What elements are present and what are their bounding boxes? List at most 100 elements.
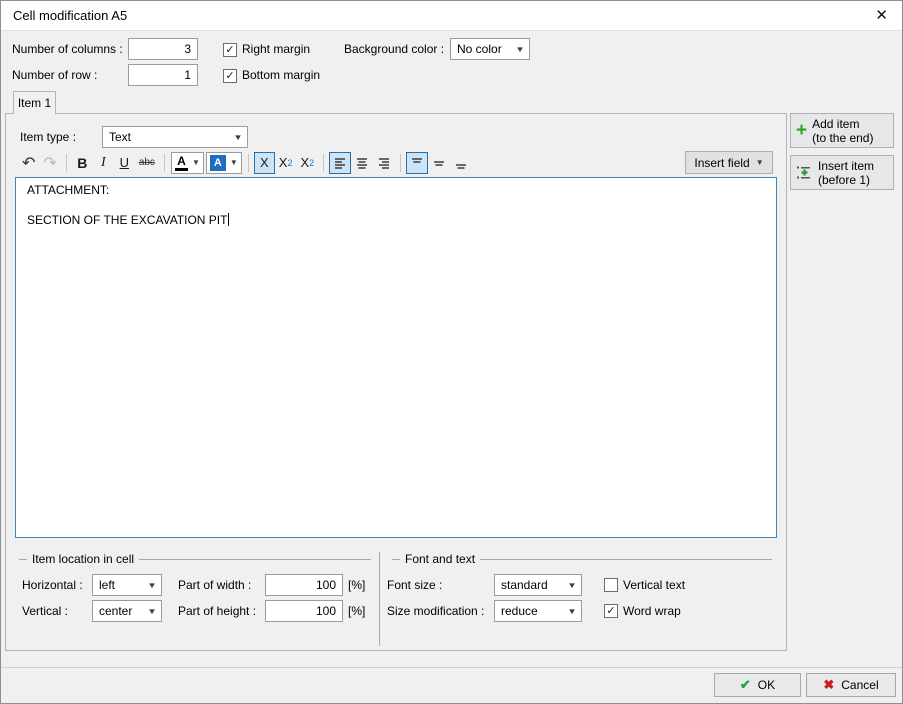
columns-input[interactable]: 3 (128, 38, 198, 60)
item-type-label: Item type : (20, 126, 76, 148)
tab-item-1[interactable]: Item 1 (13, 91, 56, 114)
cancel-label: Cancel (841, 678, 878, 692)
font-text-group-header: Font and text (392, 552, 772, 566)
insert-item-button[interactable]: Insert item (before 1) (790, 155, 894, 190)
redo-button[interactable]: ↷ (39, 152, 60, 174)
normal-script-icon: X (260, 155, 269, 170)
add-item-button[interactable]: + Add item (to the end) (790, 113, 894, 148)
underline-button[interactable]: U (114, 152, 135, 174)
highlight-color-button[interactable]: A ▼ (206, 152, 242, 174)
check-icon: ✓ (225, 71, 234, 82)
item-type-select[interactable]: Text ▼ (102, 126, 248, 148)
formatting-toolbar: ↶ ↷ B I U abc A ▼ A ▼ X X2 X2 (18, 151, 472, 174)
part-of-width-label: Part of width : (178, 574, 251, 596)
valign-bottom-button[interactable] (450, 152, 472, 174)
align-right-button[interactable] (373, 152, 395, 174)
font-color-button[interactable]: A ▼ (171, 152, 204, 174)
font-color-icon: A (175, 155, 188, 171)
align-right-icon (377, 156, 391, 170)
strikethrough-button[interactable]: abc (135, 152, 159, 174)
window-title: Cell modification A5 (13, 8, 127, 23)
word-wrap-checkbox[interactable]: ✓ (604, 604, 618, 618)
subscript-digit: 2 (287, 158, 292, 168)
superscript-icon: X (300, 155, 309, 170)
vertical-select[interactable]: center ▼ (92, 600, 162, 622)
insert-field-button[interactable]: Insert field ▼ (685, 151, 773, 174)
percent-unit: [%] (348, 574, 365, 596)
part-of-height-input[interactable]: 100 (265, 600, 343, 622)
check-icon: ✓ (225, 45, 234, 56)
ok-button[interactable]: ✔ OK (714, 673, 801, 697)
close-icon[interactable]: ✕ (875, 8, 888, 23)
word-wrap-label: Word wrap (623, 600, 681, 622)
chevron-down-icon: ▼ (192, 158, 200, 167)
align-left-icon (333, 156, 347, 170)
plus-icon: + (796, 121, 807, 140)
valign-bottom-icon (454, 156, 468, 170)
vertical-value: center (99, 604, 132, 618)
text-caret (228, 213, 229, 226)
check-icon: ✓ (606, 606, 615, 617)
chevron-down-icon: ▼ (567, 607, 577, 616)
italic-button[interactable]: I (93, 152, 114, 174)
ok-label: OK (758, 678, 775, 692)
horizontal-select[interactable]: left ▼ (92, 574, 162, 596)
vertical-text-label: Vertical text (623, 574, 685, 596)
insert-field-label: Insert field (694, 156, 749, 170)
font-text-group-title: Font and text (405, 552, 475, 566)
superscript-button[interactable]: X2 (296, 152, 318, 174)
font-size-label: Font size : (387, 574, 442, 596)
ok-check-icon: ✔ (740, 677, 751, 693)
toolbar-separator (164, 154, 165, 172)
bottom-margin-label: Bottom margin (242, 64, 320, 86)
text-editor[interactable]: ATTACHMENT: SECTION OF THE EXCAVATION PI… (15, 177, 777, 538)
rows-value: 1 (184, 68, 191, 82)
align-center-button[interactable] (351, 152, 373, 174)
cancel-button[interactable]: ✖ Cancel (806, 673, 896, 697)
part-of-height-value: 100 (316, 604, 336, 618)
item-panel: Item type : Text ▼ ↶ ↷ B I U abc A ▼ A (5, 113, 787, 651)
chevron-down-icon: ▼ (233, 133, 243, 142)
item-type-value: Text (109, 130, 131, 144)
superscript-digit: 2 (309, 158, 314, 168)
redo-icon: ↷ (43, 153, 56, 173)
rows-label: Number of row : (12, 64, 97, 86)
align-center-icon (355, 156, 369, 170)
font-size-select[interactable]: standard ▼ (494, 574, 582, 596)
add-item-label: Add item (to the end) (812, 117, 873, 145)
editor-line: ATTACHMENT: (27, 183, 765, 198)
bg-color-label: Background color : (344, 38, 444, 60)
size-modification-select[interactable]: reduce ▼ (494, 600, 582, 622)
insert-item-icon (796, 164, 813, 181)
chevron-down-icon: ▼ (515, 45, 525, 54)
highlight-color-icon: A (210, 155, 226, 171)
right-margin-checkbox[interactable]: ✓ (223, 43, 237, 57)
size-modification-value: reduce (501, 604, 538, 618)
footer-separator (1, 667, 902, 668)
item-location-group-title: Item location in cell (32, 552, 134, 566)
editor-blank-line (27, 198, 765, 213)
valign-center-button[interactable] (428, 152, 450, 174)
valign-top-button[interactable] (406, 152, 428, 174)
chevron-down-icon: ▼ (567, 581, 577, 590)
chevron-down-icon: ▼ (230, 158, 238, 167)
subscript-button[interactable]: X2 (275, 152, 297, 174)
bottom-margin-checkbox[interactable]: ✓ (223, 69, 237, 83)
rows-input[interactable]: 1 (128, 64, 198, 86)
group-divider (379, 552, 380, 646)
horizontal-value: left (99, 578, 115, 592)
bold-button[interactable]: B (72, 152, 93, 174)
undo-button[interactable]: ↶ (18, 152, 39, 174)
chevron-down-icon: ▼ (147, 607, 157, 616)
align-left-button[interactable] (329, 152, 351, 174)
bg-color-value: No color (457, 42, 502, 56)
bg-color-select[interactable]: No color ▼ (450, 38, 530, 60)
vertical-text-checkbox[interactable] (604, 578, 618, 592)
cancel-cross-icon: ✖ (823, 677, 834, 693)
font-size-value: standard (501, 578, 548, 592)
columns-label: Number of columns : (12, 38, 123, 60)
cell-modification-dialog: Cell modification A5 ✕ Number of columns… (0, 0, 903, 704)
part-of-width-input[interactable]: 100 (265, 574, 343, 596)
percent-unit: [%] (348, 600, 365, 622)
normal-script-button[interactable]: X (254, 152, 275, 174)
